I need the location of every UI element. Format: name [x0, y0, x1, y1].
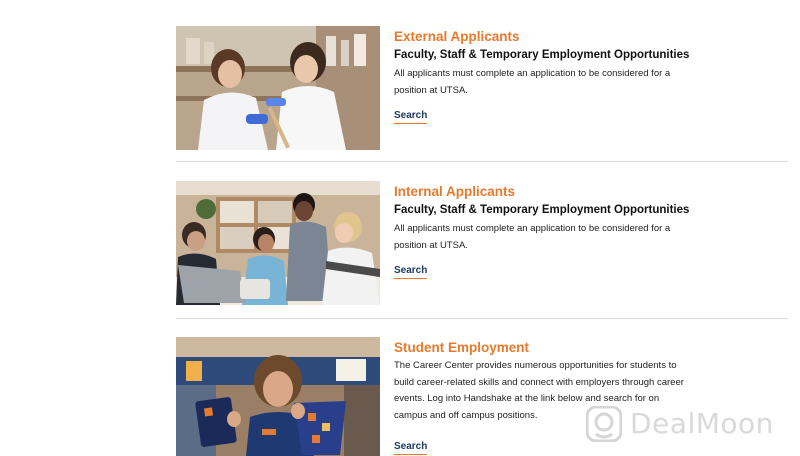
listing-title: Student Employment: [394, 340, 530, 355]
search-link-external[interactable]: Search: [394, 110, 428, 124]
dealmoon-logo-icon: [586, 406, 622, 442]
listing-subtitle: Faculty, Staff & Temporary Employment Op…: [394, 49, 690, 61]
listing-card-internal: Internal Applicants Faculty, Staff & Tem…: [176, 181, 788, 305]
dealmoon-watermark: DealMoon: [586, 404, 786, 446]
listing-description: All applicants must complete an applicat…: [394, 68, 671, 96]
lab-scientists-photo: [176, 26, 380, 150]
student-event-photo: [176, 337, 380, 456]
search-link-internal[interactable]: Search: [394, 265, 428, 279]
listing-text-external: External Applicants Faculty, Staff & Tem…: [394, 28, 694, 99]
divider: [176, 161, 788, 162]
listing-card-external: External Applicants Faculty, Staff & Tem…: [176, 26, 788, 150]
divider: [176, 318, 788, 319]
office-meeting-photo: [176, 181, 380, 305]
listing-subtitle: Faculty, Staff & Temporary Employment Op…: [394, 204, 690, 216]
job-listings-page: External Applicants Faculty, Staff & Tem…: [0, 0, 800, 456]
listing-title: External Applicants: [394, 29, 520, 44]
dealmoon-watermark-text: DealMoon: [630, 407, 774, 440]
listing-description: All applicants must complete an applicat…: [394, 223, 671, 251]
listing-title: Internal Applicants: [394, 184, 516, 199]
search-link-student[interactable]: Search: [394, 441, 428, 455]
listing-text-internal: Internal Applicants Faculty, Staff & Tem…: [394, 183, 694, 254]
